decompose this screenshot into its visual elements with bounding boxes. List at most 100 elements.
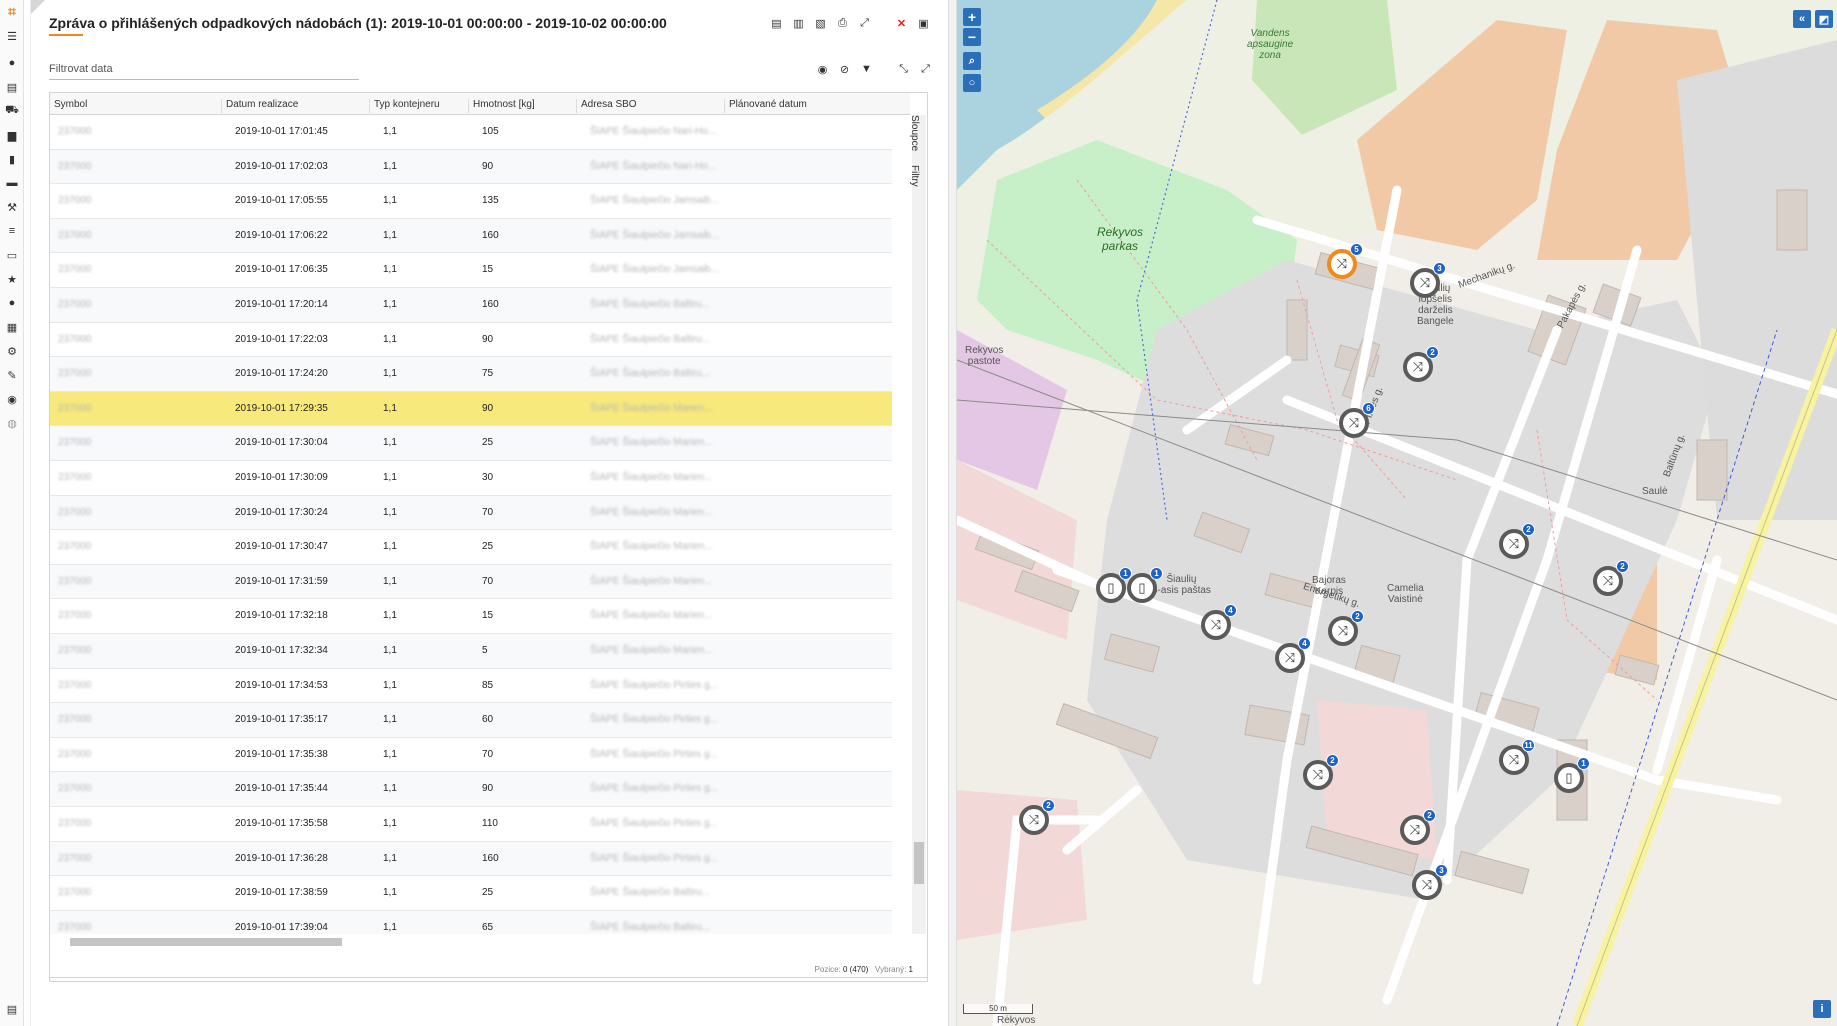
map-view[interactable]: + − ⌕ ○ « ◩ i Vandens apsaugine zona Reky…	[957, 0, 1837, 1026]
inbox-icon[interactable]: ▬	[5, 176, 19, 190]
table-row[interactable]: 237000 2019-10-01 17:30:09 1,1 30 ŠIAPE Šiau…	[50, 461, 892, 496]
comment-icon[interactable]: ●	[5, 296, 19, 310]
marker-count-badge: 2	[1326, 754, 1339, 767]
table-row[interactable]: 237000 2019-10-01 17:05:55 1,1 135 ŠIAPE Šia…	[50, 184, 892, 219]
table-row[interactable]: 237000 2019-10-01 17:24:20 1,1 75 ŠIAPE Šiau…	[50, 357, 892, 392]
star-icon[interactable]: ★	[5, 272, 19, 286]
map-marker[interactable]: ⤨ 2	[1403, 346, 1439, 382]
table-row[interactable]: 237000 2019-10-01 17:30:04 1,1 25 ŠIAPE Šiau…	[50, 426, 892, 461]
table-row[interactable]: 237000 2019-10-01 17:38:59 1,1 25 ŠIAPE Šiau…	[50, 876, 892, 911]
map-marker[interactable]: ⤨ 4	[1275, 637, 1311, 673]
table-row[interactable]: 237000 2019-10-01 17:20:14 1,1 160 ŠIAPE Šia…	[50, 288, 892, 323]
zoom-out-button[interactable]: −	[963, 28, 981, 46]
gears-icon[interactable]: ⚙	[5, 344, 19, 358]
layers-icon[interactable]: ◩	[1815, 10, 1833, 28]
table-row[interactable]: 237000 2019-10-01 17:39:04 1,1 65 ŠIAPE Šiau…	[50, 910, 892, 934]
user-icon[interactable]: ◉	[5, 392, 19, 406]
table-row[interactable]: 237000 2019-10-01 17:35:38 1,1 70 ŠIAPE Šiau…	[50, 738, 892, 773]
column-header-planned-date[interactable]: Plánované datum	[724, 99, 807, 113]
grid-header: Symbol Datum realizace Typ kontejneru Hm…	[50, 93, 910, 115]
table-row[interactable]: 237000 2019-10-01 17:29:35 1,1 90 ŠIAPE Šiau…	[50, 391, 892, 427]
filter-icon[interactable]: ▼	[860, 62, 873, 76]
hide-icon[interactable]: ⊘	[838, 62, 851, 76]
map-marker[interactable]: ▯ 1	[1554, 757, 1590, 793]
briefcase-icon[interactable]: ▆	[5, 128, 19, 142]
map-marker[interactable]: ⤨ 3	[1412, 864, 1448, 900]
table-row[interactable]: 237000 2019-10-01 17:30:47 1,1 25 ŠIAPE Šiau…	[50, 530, 892, 565]
table-row[interactable]: 237000 2019-10-01 17:06:22 1,1 160 ŠIAPE Šia…	[50, 218, 892, 254]
table-row[interactable]: 237000 2019-10-01 17:31:59 1,1 70 ŠIAPE Šiau…	[50, 564, 892, 600]
collapse-panel-icon[interactable]: «	[1793, 10, 1811, 28]
map-marker[interactable]: ⤨ 2	[1499, 523, 1535, 559]
locate-icon[interactable]: ○	[963, 74, 981, 92]
sliders-icon[interactable]: ≡	[5, 224, 19, 238]
zoom-in-button[interactable]: +	[963, 8, 981, 26]
map-marker[interactable]: ▯ 1	[1096, 567, 1132, 603]
scrollbar-thumb[interactable]	[70, 938, 342, 946]
weight-cell: 105	[482, 126, 499, 137]
columns-tab[interactable]: Sloupce	[909, 115, 920, 151]
scrollbar-thumb[interactable]	[914, 842, 924, 884]
maximize-icon[interactable]: ▣	[917, 16, 930, 30]
table-row[interactable]: 237000 2019-10-01 17:36:28 1,1 160 ŠIAPE Šia…	[50, 841, 892, 877]
map-marker[interactable]: ⤨ 11	[1499, 739, 1535, 775]
table-row[interactable]: 237000 2019-10-01 17:32:18 1,1 15 ŠIAPE Šiau…	[50, 599, 892, 634]
column-header-address[interactable]: Adresa SBO	[576, 99, 637, 113]
table-row[interactable]: 237000 2019-10-01 17:34:53 1,1 85 ŠIAPE Šiau…	[50, 669, 892, 704]
collapse-icon[interactable]: ⤡	[897, 62, 910, 76]
map-marker[interactable]: ⤨ 2	[1400, 809, 1436, 845]
map-marker[interactable]: ⤨ 2	[1593, 560, 1629, 596]
map-marker[interactable]: ⤨ 2	[1328, 610, 1364, 646]
export-doc-icon[interactable]: ▧	[814, 16, 827, 30]
column-header-weight[interactable]: Hmotnost [kg]	[468, 99, 535, 113]
panel-splitter[interactable]	[948, 0, 957, 1026]
trash-icon[interactable]: ▮	[5, 152, 19, 166]
filters-tab[interactable]: Filtry	[909, 165, 920, 187]
filter-toolbar: ◉ ⊘ ▼ ⤡ ⤢	[816, 62, 932, 76]
vertical-scrollbar[interactable]	[912, 115, 926, 934]
globe-icon[interactable]: ◍	[5, 416, 19, 430]
table-row[interactable]: 237000 2019-10-01 17:35:44 1,1 90 ŠIAPE Šiau…	[50, 772, 892, 807]
table-row[interactable]: 237000 2019-10-01 17:06:35 1,1 15 ŠIAPE Šiau…	[50, 253, 892, 288]
id-card-icon[interactable]: ▭	[5, 248, 19, 262]
fullscreen-icon[interactable]: ⤢	[919, 62, 932, 76]
document-icon[interactable]: ▤	[5, 80, 19, 94]
table-row[interactable]: 237000 2019-10-01 17:35:17 1,1 60 ŠIAPE Šiau…	[50, 703, 892, 738]
weight-cell: 85	[482, 679, 494, 691]
print-icon[interactable]: ⎙	[836, 16, 849, 30]
map-marker[interactable]: ⤨ 2	[1303, 754, 1339, 790]
show-icon[interactable]: ◉	[816, 62, 829, 76]
map-marker[interactable]: ⤨ 4	[1201, 604, 1237, 640]
table-row[interactable]: 237000 2019-10-01 17:01:45 1,1 105 ŠIAPE Šia…	[50, 115, 892, 150]
map-marker[interactable]: ⤨ 2	[1019, 799, 1055, 835]
report-toolbar: ▤ ▥ ▧ ⎙ ⤢ ✕ ▣	[770, 16, 930, 30]
list-icon[interactable]: ☰	[5, 29, 19, 43]
info-icon[interactable]: ●	[5, 56, 19, 70]
map-marker[interactable]: ⤨ 5	[1327, 243, 1363, 279]
info-icon[interactable]: i	[1813, 1000, 1831, 1018]
column-header-type[interactable]: Typ kontejneru	[369, 99, 440, 113]
hammer-icon[interactable]: ⚒	[5, 200, 19, 214]
export-xls-icon[interactable]: ▥	[792, 16, 805, 30]
table-row[interactable]: 237000 2019-10-01 17:32:34 1,1 5 ŠIAPE Šiaul…	[50, 634, 892, 669]
close-icon[interactable]: ✕	[895, 16, 908, 30]
truck-icon[interactable]: ⛟	[5, 104, 19, 118]
filter-input[interactable]: Filtrovat data	[49, 58, 359, 80]
table-row[interactable]: 237000 2019-10-01 17:22:03 1,1 90 ŠIAPE Šiau…	[50, 323, 892, 358]
table-row[interactable]: 237000 2019-10-01 17:35:58 1,1 110 ŠIAPE Šia…	[50, 807, 892, 842]
horizontal-scrollbar[interactable]	[54, 935, 910, 947]
wrench-icon[interactable]: ✎	[5, 368, 19, 382]
column-header-date[interactable]: Datum realizace	[221, 99, 298, 113]
search-icon[interactable]: ⌕	[963, 52, 981, 70]
column-header-symbol[interactable]: Symbol	[50, 99, 87, 113]
notes-icon[interactable]: ▤	[5, 1002, 19, 1016]
map-marker[interactable]: ⤨ 3	[1410, 262, 1446, 298]
app-logo-icon[interactable]: ⌗	[5, 3, 19, 19]
calendar-icon[interactable]: ▦	[5, 320, 19, 334]
map-marker[interactable]: ⤨ 6	[1339, 402, 1375, 438]
table-row[interactable]: 237000 2019-10-01 17:30:24 1,1 70 ŠIAPE Šiau…	[50, 495, 892, 531]
expand-icon[interactable]: ⤢	[858, 16, 871, 30]
export-pdf-icon[interactable]: ▤	[770, 16, 783, 30]
map-marker[interactable]: ▯ 1	[1127, 567, 1163, 603]
table-row[interactable]: 237000 2019-10-01 17:02:03 1,1 90 ŠIAPE Šiau…	[50, 149, 892, 185]
